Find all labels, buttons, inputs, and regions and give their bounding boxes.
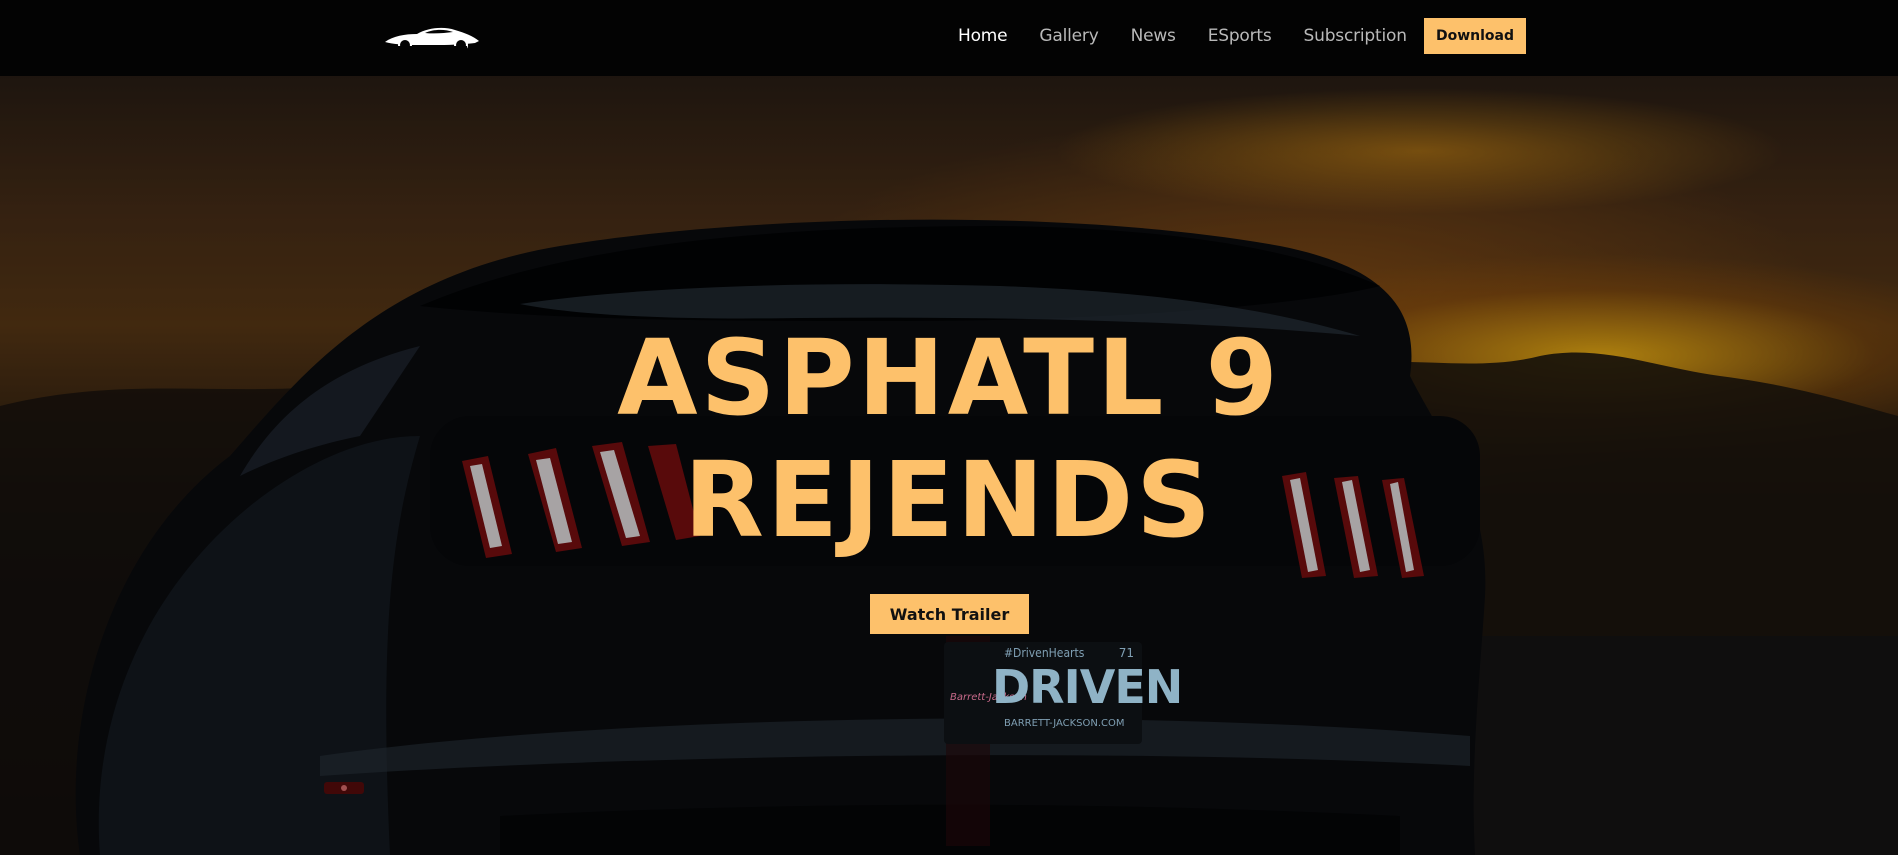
hero-section: Barrett-Jackson #DrivenHearts 71 DRIVEN … <box>0 76 1898 855</box>
navbar: Home Gallery News ESports Subscription D… <box>0 0 1898 76</box>
hero-title-line2: REJENDS <box>683 439 1215 561</box>
hero-title: ASPHATL 9 REJENDS <box>0 317 1898 561</box>
plate-word-text: DRIVEN <box>992 660 1183 714</box>
hero-title-line1: ASPHATL 9 <box>617 317 1281 439</box>
nav-home-link[interactable]: Home <box>958 26 1008 46</box>
plate-tag-text: #DrivenHearts <box>1004 646 1085 660</box>
nav-news-link[interactable]: News <box>1131 26 1176 46</box>
nav-subscription-link[interactable]: Subscription <box>1304 26 1407 46</box>
car-silhouette-icon[interactable] <box>383 22 481 52</box>
download-button[interactable]: Download <box>1424 18 1526 54</box>
main-nav: Home Gallery News ESports Subscription <box>958 0 1407 72</box>
nav-esports-link[interactable]: ESports <box>1208 26 1272 46</box>
plate-number-text: 71 <box>1118 646 1134 660</box>
watch-trailer-button[interactable]: Watch Trailer <box>870 594 1029 634</box>
nav-gallery-link[interactable]: Gallery <box>1039 26 1098 46</box>
license-plate: Barrett-Jackson #DrivenHearts 71 DRIVEN … <box>944 642 1183 744</box>
plate-site-text: BARRETT-JACKSON.COM <box>1004 718 1125 729</box>
